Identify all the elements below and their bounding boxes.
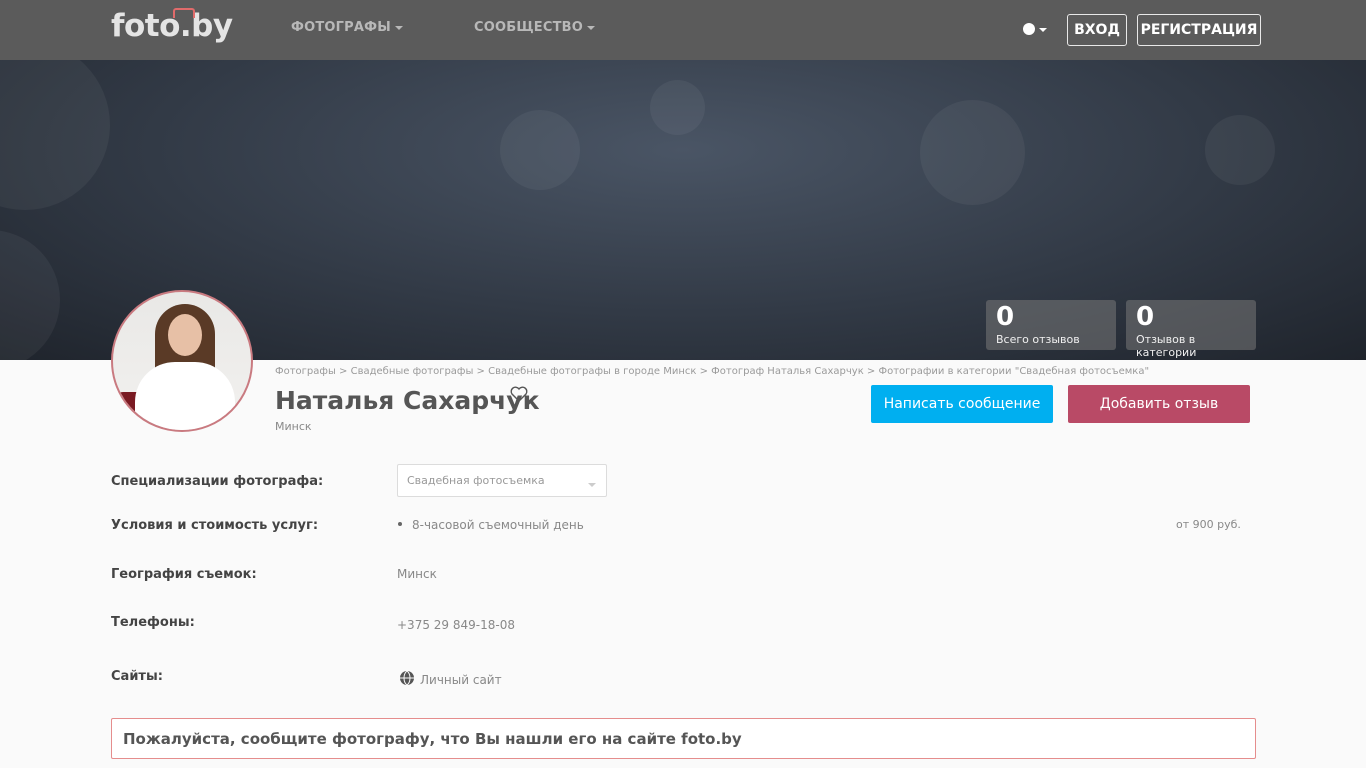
- stat-label: Отзывов в категории: [1136, 333, 1197, 359]
- photographer-avatar: [111, 290, 253, 432]
- stat-label: Всего отзывов: [996, 333, 1080, 346]
- nav-photographers[interactable]: ФОТОГРАФЫ: [291, 20, 403, 35]
- language-selector[interactable]: [1021, 21, 1049, 39]
- cover-bokeh: [1205, 115, 1275, 185]
- globe-icon: [399, 670, 415, 690]
- phone-value[interactable]: +375 29 849-18-08: [397, 618, 515, 632]
- register-button[interactable]: РЕГИСТРАЦИЯ: [1137, 14, 1261, 46]
- specialization-select-value: Свадебная фотосъемка: [407, 474, 545, 487]
- stat-value: 0: [996, 302, 1015, 332]
- chevron-down-icon: [587, 25, 596, 30]
- write-message-button[interactable]: Написать сообщение: [871, 385, 1053, 423]
- nav-community[interactable]: СООБЩЕСТВО: [474, 20, 596, 35]
- bullet-icon: [398, 522, 402, 526]
- stat-value: 0: [1136, 302, 1155, 332]
- stat-total-reviews: 0 Всего отзывов: [986, 300, 1116, 350]
- breadcrumb[interactable]: Фотографы > Свадебные фотографы > Свадеб…: [275, 366, 1149, 377]
- avatar-body: [135, 362, 235, 430]
- top-navbar: foto.by ФОТОГРАФЫ СООБЩЕСТВО ВХОД РЕГИСТ…: [0, 0, 1366, 60]
- geography-value: Минск: [397, 567, 437, 581]
- cover-bokeh: [0, 230, 60, 360]
- phones-label: Телефоны:: [111, 615, 195, 630]
- sites-label: Сайты:: [111, 669, 163, 684]
- found-on-site-notice: Пожалуйста, сообщите фотографу, что Вы н…: [111, 718, 1256, 759]
- personal-site-link[interactable]: Личный сайт: [420, 673, 502, 687]
- add-review-button[interactable]: Добавить отзыв: [1068, 385, 1250, 423]
- specialization-label: Специализации фотографа:: [111, 474, 324, 489]
- globe-icon: [1023, 23, 1035, 35]
- geography-label: География съемок:: [111, 567, 257, 582]
- cover-bokeh: [650, 80, 705, 135]
- photographer-city: Минск: [275, 420, 312, 433]
- login-button[interactable]: ВХОД: [1067, 14, 1127, 46]
- service-price: от 900 руб.: [1176, 518, 1241, 531]
- stat-category-reviews: 0 Отзывов в категории: [1126, 300, 1256, 359]
- logo-text: foto.by: [111, 8, 233, 44]
- cover-bokeh: [0, 60, 110, 210]
- logo-roof-icon: [173, 8, 195, 18]
- chevron-down-icon: [588, 483, 596, 487]
- avatar-face: [168, 314, 202, 356]
- cover-bokeh: [500, 110, 580, 190]
- cover-bokeh: [920, 100, 1025, 205]
- nav-photographers-label: ФОТОГРАФЫ: [291, 20, 391, 35]
- photographer-name: Наталья Сахарчук: [275, 386, 540, 415]
- chevron-down-icon: [394, 25, 403, 30]
- chevron-down-icon: [1039, 28, 1047, 32]
- service-item: 8-часовой съемочный день: [412, 518, 584, 532]
- heart-outline-icon[interactable]: [510, 386, 528, 406]
- services-label: Условия и стоимость услуг:: [111, 518, 319, 533]
- nav-community-label: СООБЩЕСТВО: [474, 20, 584, 35]
- site-logo[interactable]: foto.by: [111, 8, 233, 44]
- specialization-select[interactable]: Свадебная фотосъемка: [397, 464, 607, 497]
